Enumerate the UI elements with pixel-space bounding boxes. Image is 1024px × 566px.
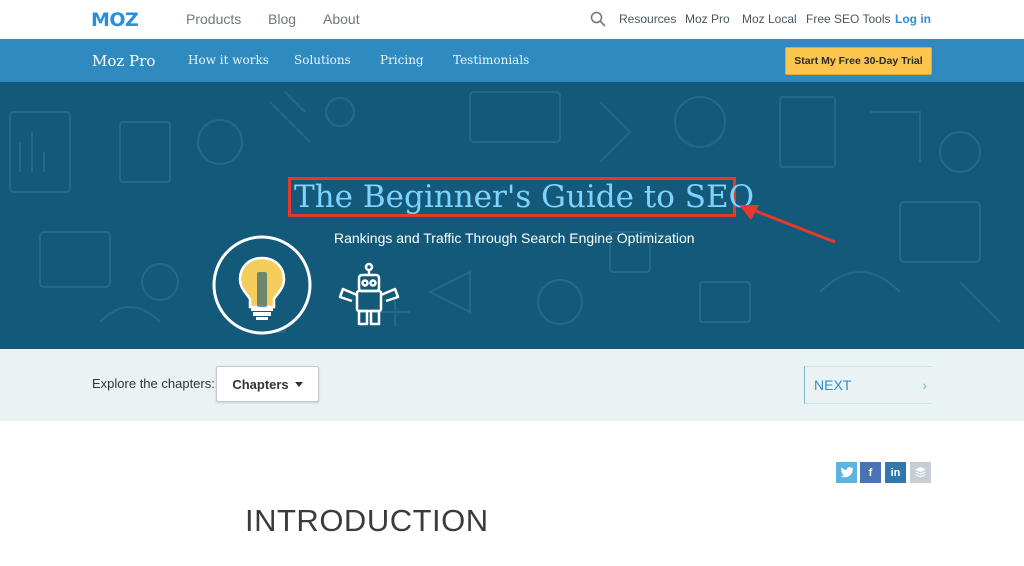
top-navigation: MOZ Products Blog About Resources Moz Pr… [0,0,1024,39]
subnav-solutions[interactable]: Solutions [294,53,351,67]
lightbulb-icon [212,235,312,335]
twitter-icon[interactable] [836,462,857,483]
facebook-icon[interactable]: f [860,462,881,483]
subnav-how-it-works[interactable]: How it works [188,53,269,67]
next-label: NEXT [814,377,852,393]
nav-moz-local[interactable]: Moz Local [742,12,797,26]
chapters-bar: Explore the chapters: Chapters NEXT › [0,349,1024,421]
start-trial-button[interactable]: Start My Free 30-Day Trial [785,47,932,75]
moz-logo[interactable]: MOZ [91,9,139,31]
explore-chapters-label: Explore the chapters: [92,376,215,391]
hero-banner: The Beginner's Guide to SEO Rankings and… [0,82,1024,349]
linkedin-icon[interactable]: in [885,462,906,483]
introduction-heading: INTRODUCTION [245,503,489,538]
chapters-dropdown-label: Chapters [232,376,289,392]
red-annotation-arrow [739,205,836,244]
nav-free-seo-tools[interactable]: Free SEO Tools [806,12,890,26]
chapters-dropdown[interactable]: Chapters [216,366,319,402]
page-title: The Beginner's Guide to SEO [288,177,754,217]
login-link[interactable]: Log in [895,12,931,26]
nav-products[interactable]: Products [186,11,241,27]
buffer-icon[interactable] [910,462,931,483]
nav-blog[interactable]: Blog [268,11,296,27]
subnav-pricing[interactable]: Pricing [380,53,424,67]
search-icon[interactable] [590,11,606,27]
caret-down-icon [294,381,303,387]
page-subtitle: Rankings and Traffic Through Search Engi… [334,230,695,246]
nav-about[interactable]: About [323,11,360,27]
next-chapter-button[interactable]: NEXT › [804,366,932,404]
nav-resources[interactable]: Resources [619,12,676,26]
chevron-right-icon: › [922,377,927,393]
subnav-brand[interactable]: Moz Pro [92,52,155,70]
robot-icon [338,262,400,326]
subnav-testimonials[interactable]: Testimonials [453,53,529,67]
logo-text: MOZ [91,9,139,31]
nav-moz-pro[interactable]: Moz Pro [685,12,730,26]
